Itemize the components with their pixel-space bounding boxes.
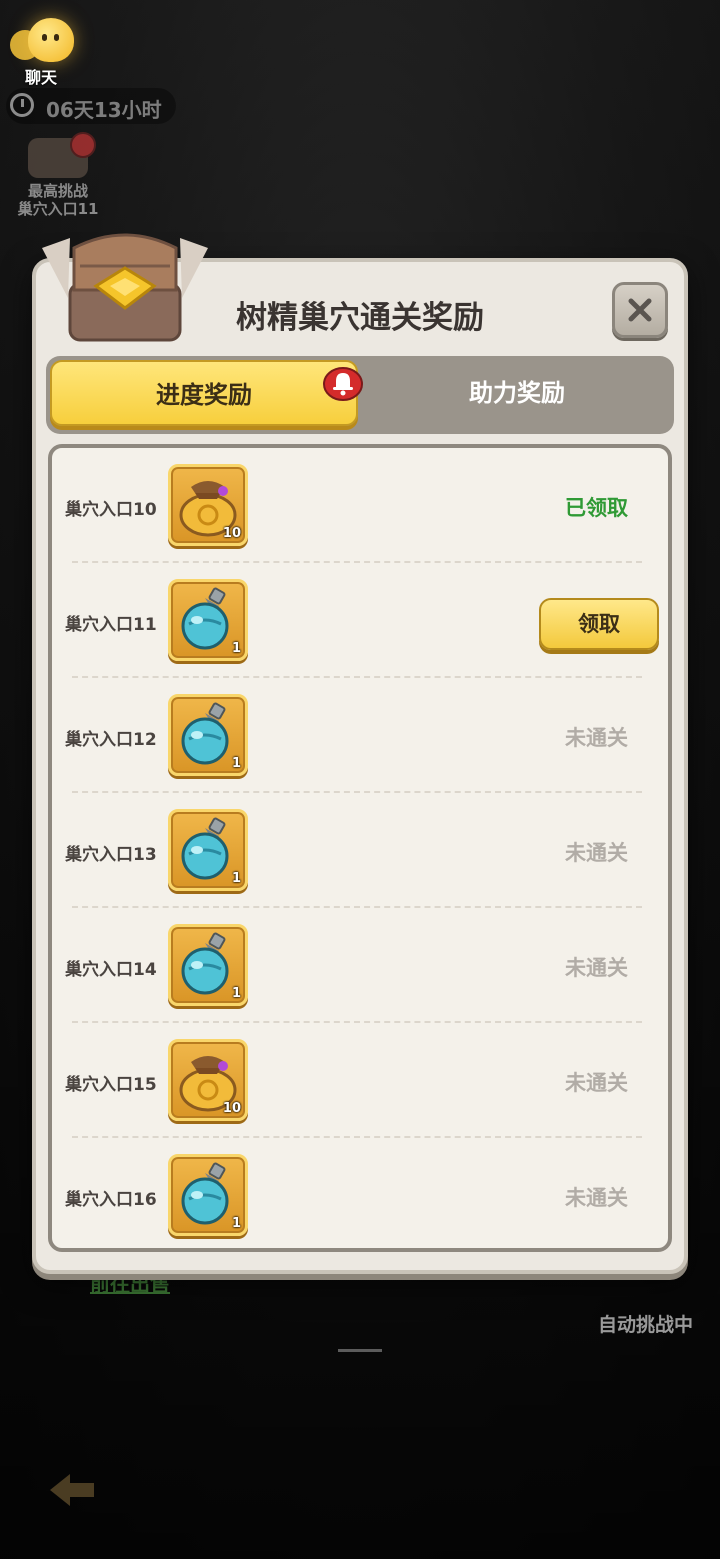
reward-row: 巢穴入口12 1 未通关	[52, 678, 668, 793]
close-icon	[628, 298, 652, 322]
item-quantity: 1	[231, 1216, 241, 1231]
reward-row: 巢穴入口14 1 未通关	[52, 908, 668, 1023]
event-timer: 06天13小时	[6, 88, 176, 124]
best-challenge-stage: 巢穴入口11	[17, 200, 99, 218]
close-button[interactable]	[612, 282, 668, 338]
chat-button[interactable]: 聊天	[8, 14, 78, 87]
item-quantity: 1	[231, 986, 241, 1001]
status-claimed: 已领取	[565, 496, 628, 520]
tab-assist-rewards[interactable]: 助力奖励	[364, 360, 670, 426]
reward-row: 巢穴入口11 1 领取	[52, 563, 668, 678]
reward-row: 巢穴入口16 1 未通关	[52, 1138, 668, 1248]
item-quantity: 1	[231, 871, 241, 886]
best-challenge-label: 最高挑战	[27, 182, 88, 200]
reward-item-slot[interactable]: 1	[168, 809, 248, 891]
stage-name: 巢穴入口10	[65, 500, 157, 520]
stage-name: 巢穴入口12	[65, 730, 157, 750]
status-locked: 未通关	[565, 1071, 628, 1095]
reward-item-slot[interactable]: 1	[168, 1154, 248, 1236]
reward-item-slot[interactable]: 1	[168, 579, 248, 661]
divider	[338, 1349, 382, 1352]
claim-button[interactable]: 领取	[539, 598, 659, 650]
item-quantity: 1	[231, 641, 241, 656]
reward-row: 巢穴入口10 10 已领取	[52, 448, 668, 563]
reward-item-slot[interactable]: 10	[168, 464, 248, 546]
tab-progress-rewards[interactable]: 进度奖励	[50, 360, 358, 426]
reward-list[interactable]: 巢穴入口10 10 已领取 巢穴入口11 1 领取 巢穴入口12 1 未通关 巢穴入口13 1 未通关…	[48, 444, 672, 1252]
status-locked: 未通关	[565, 1186, 628, 1210]
helmet-icon	[28, 132, 96, 178]
auto-challenge-label: 自动挑战中	[598, 1314, 694, 1336]
clock-icon	[10, 93, 34, 117]
stage-name: 巢穴入口16	[65, 1190, 157, 1210]
alert-badge-icon	[70, 132, 96, 158]
chat-icon	[28, 18, 74, 62]
reward-item-slot[interactable]: 1	[168, 924, 248, 1006]
status-locked: 未通关	[565, 726, 628, 750]
reward-row: 巢穴入口15 10 未通关	[52, 1023, 668, 1138]
status-locked: 未通关	[565, 956, 628, 980]
reward-item-slot[interactable]: 1	[168, 694, 248, 776]
stage-name: 巢穴入口15	[65, 1075, 157, 1095]
back-arrow-icon[interactable]	[48, 1470, 98, 1510]
reward-row: 巢穴入口13 1 未通关	[52, 793, 668, 908]
treasure-chest-icon	[42, 233, 208, 342]
best-challenge-button[interactable]: 最高挑战 巢穴入口11	[8, 132, 108, 218]
item-quantity: 1	[231, 756, 241, 771]
stage-name: 巢穴入口11	[65, 615, 157, 635]
reward-item-slot[interactable]: 10	[168, 1039, 248, 1121]
stage-name: 巢穴入口13	[65, 845, 157, 865]
bell-notification-icon	[323, 367, 363, 401]
chat-label: 聊天	[24, 68, 57, 87]
timer-text: 06天13小时	[46, 98, 162, 122]
item-quantity: 10	[222, 1101, 241, 1116]
item-quantity: 10	[222, 526, 241, 541]
stage-name: 巢穴入口14	[65, 960, 157, 980]
status-locked: 未通关	[565, 841, 628, 865]
